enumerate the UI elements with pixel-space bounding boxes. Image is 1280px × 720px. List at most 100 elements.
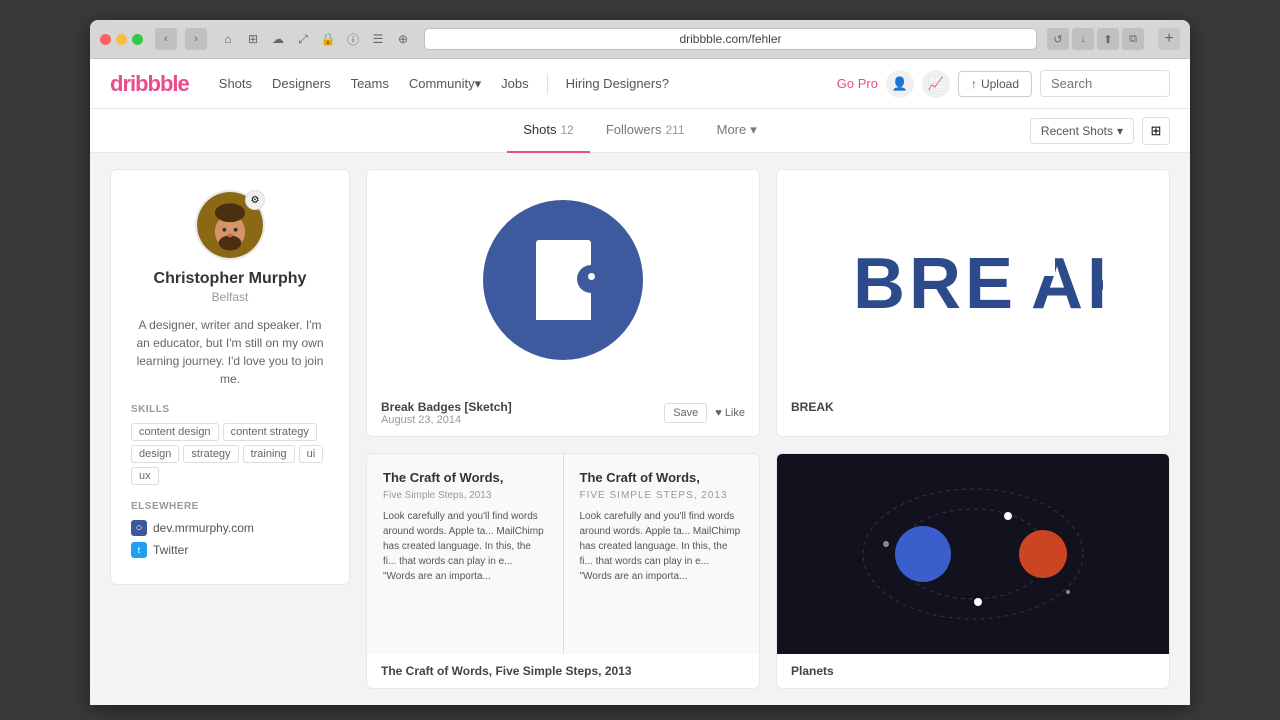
browser-actions: ↺ ↓ ⬆ ⧉ <box>1047 28 1144 50</box>
shot-title-2: BREAK <box>791 400 834 414</box>
nav-teams[interactable]: Teams <box>341 59 399 109</box>
craft-panel-right: The Craft of Words, FIVE SIMPLE STEPS, 2… <box>564 454 760 654</box>
skill-ux[interactable]: ux <box>131 467 159 485</box>
elsewhere-section: ○ dev.mrmurphy.com t Twitter <box>131 520 329 558</box>
cloud-icon[interactable]: ☁ <box>267 28 289 50</box>
heart-icon-1: ♥ <box>715 407 722 419</box>
upload-label: Upload <box>981 77 1019 91</box>
activity-icon[interactable]: 📈 <box>922 70 950 98</box>
shot-thumbnail-1[interactable] <box>367 170 759 390</box>
home-icon[interactable]: ⌂ <box>217 28 239 50</box>
shots-count: 12 <box>560 123 573 137</box>
tab-followers[interactable]: Followers 211 <box>590 109 701 153</box>
lock-icon[interactable]: 🔒 <box>317 28 339 50</box>
close-button[interactable] <box>100 34 111 45</box>
profile-card: ⚙ Christopher Murphy Belfast A designer,… <box>110 169 350 585</box>
skill-ui[interactable]: ui <box>299 445 324 463</box>
profile-gear-button[interactable]: ⚙ <box>245 190 265 210</box>
followers-count: 211 <box>665 123 684 137</box>
website-link-label: dev.mrmurphy.com <box>153 521 254 535</box>
shot-title-1: Break Badges [Sketch] <box>381 400 512 414</box>
door-graphic <box>536 240 591 320</box>
shot-save-button-1[interactable]: Save <box>664 403 707 423</box>
expand-icon[interactable]: ⤢ <box>292 28 314 50</box>
shot-thumbnail-2[interactable]: BRE AK <box>777 170 1169 390</box>
window-icon[interactable]: ⧉ <box>1122 28 1144 50</box>
main-nav: dribbble Shots Designers Teams Community… <box>90 59 1190 109</box>
grid-icon[interactable]: ⊞ <box>242 28 264 50</box>
nav-shots[interactable]: Shots <box>209 59 262 109</box>
nav-links: Shots Designers Teams Community ▾ Jobs <box>209 59 539 109</box>
dribbble-site: dribbble Shots Designers Teams Community… <box>90 59 1190 705</box>
skill-training[interactable]: training <box>243 445 295 463</box>
craft-panel-left: The Craft of Words, Five Simple Steps, 2… <box>367 454 564 654</box>
shot-card-3: The Craft of Words, Five Simple Steps, 2… <box>366 453 760 689</box>
skills-label: SKILLS <box>131 404 329 415</box>
traffic-lights <box>100 34 143 45</box>
door-body <box>536 240 591 320</box>
skill-design[interactable]: design <box>131 445 179 463</box>
link-twitter[interactable]: t Twitter <box>131 542 329 558</box>
location-icon[interactable]: ⊕ <box>392 28 414 50</box>
link-website[interactable]: ○ dev.mrmurphy.com <box>131 520 329 536</box>
shots-grid: Break Badges [Sketch] August 23, 2014 Sa… <box>366 169 1170 689</box>
shot-date-1: August 23, 2014 <box>381 414 512 426</box>
dribbble-logo[interactable]: dribbble <box>110 71 189 97</box>
info-icon[interactable]: ⓘ <box>342 28 364 50</box>
craft-container: The Craft of Words, Five Simple Steps, 2… <box>367 454 759 654</box>
shot-info-4: Planets <box>791 664 834 678</box>
shot-title-3: The Craft of Words, Five Simple Steps, 2… <box>381 664 632 678</box>
skill-strategy[interactable]: strategy <box>183 445 238 463</box>
user-avatar-nav[interactable]: 👤 <box>886 70 914 98</box>
address-bar[interactable]: dribbble.com/fehler <box>424 28 1037 50</box>
toolbar-icons: ⌂ ⊞ ☁ ⤢ 🔒 ⓘ ☰ ⊕ <box>217 28 414 50</box>
share-icon[interactable]: ⬆ <box>1097 28 1119 50</box>
download-icon[interactable]: ↓ <box>1072 28 1094 50</box>
tab-shots[interactable]: Shots 12 <box>507 109 590 153</box>
profile-bio: A designer, writer and speaker. I'm an e… <box>131 316 329 388</box>
break-text-svg: BRE AK <box>843 240 1103 320</box>
door-knob <box>588 273 595 280</box>
tab-more[interactable]: More ▾ <box>701 109 773 153</box>
nav-divider <box>547 74 548 94</box>
nav-right: Go Pro 👤 📈 ↑ Upload <box>837 70 1170 98</box>
more-tab-label: More <box>717 122 747 137</box>
shot-like-button-1[interactable]: ♥ Like <box>715 407 745 419</box>
recent-shots-button[interactable]: Recent Shots ▾ <box>1030 118 1134 144</box>
shot-info-3: The Craft of Words, Five Simple Steps, 2… <box>381 664 632 678</box>
add-tab-button[interactable]: + <box>1158 28 1180 50</box>
craft-text-left: Look carefully and you'll find words aro… <box>383 509 547 584</box>
grid-toggle-button[interactable]: ⊞ <box>1142 117 1170 145</box>
craft-subtitle-right: FIVE SIMPLE STEPS, 2013 <box>580 490 744 501</box>
minimize-button[interactable] <box>116 34 127 45</box>
search-input[interactable] <box>1040 70 1170 97</box>
shot-info-2: BREAK <box>791 400 834 414</box>
nav-jobs[interactable]: Jobs <box>491 59 538 109</box>
shot-meta-1: Break Badges [Sketch] August 23, 2014 Sa… <box>367 390 759 436</box>
browser-window: ‹ › ⌂ ⊞ ☁ ⤢ 🔒 ⓘ ☰ ⊕ dribbble.com/fehler … <box>90 20 1190 705</box>
shot-title-4: Planets <box>791 664 834 678</box>
shot-info-1: Break Badges [Sketch] August 23, 2014 <box>381 400 512 426</box>
go-pro-button[interactable]: Go Pro <box>837 76 878 91</box>
shot-meta-2: BREAK <box>777 390 1169 424</box>
nav-community[interactable]: Community ▾ <box>399 59 491 109</box>
settings-icon[interactable]: ☰ <box>367 28 389 50</box>
svg-text:BRE: BRE <box>853 244 1017 320</box>
gear-icon: ⚙ <box>251 195 260 206</box>
refresh-icon[interactable]: ↺ <box>1047 28 1069 50</box>
twitter-icon: t <box>131 542 147 558</box>
maximize-button[interactable] <box>132 34 143 45</box>
nav-hiring[interactable]: Hiring Designers? <box>556 59 679 109</box>
browser-toolbar: ‹ › ⌂ ⊞ ☁ ⤢ 🔒 ⓘ ☰ ⊕ dribbble.com/fehler … <box>90 20 1190 59</box>
shot-thumbnail-3[interactable]: The Craft of Words, Five Simple Steps, 2… <box>367 454 759 654</box>
back-button[interactable]: ‹ <box>155 28 177 50</box>
skill-content-design[interactable]: content design <box>131 423 219 441</box>
skill-content-strategy[interactable]: content strategy <box>223 423 317 441</box>
upload-button[interactable]: ↑ Upload <box>958 71 1032 97</box>
shot-card-4: Planets <box>776 453 1170 689</box>
nav-designers[interactable]: Designers <box>262 59 341 109</box>
shot-card-1: Break Badges [Sketch] August 23, 2014 Sa… <box>366 169 760 437</box>
shot-thumbnail-4[interactable] <box>777 454 1169 654</box>
forward-button[interactable]: › <box>185 28 207 50</box>
break-badge-graphic <box>483 200 643 360</box>
